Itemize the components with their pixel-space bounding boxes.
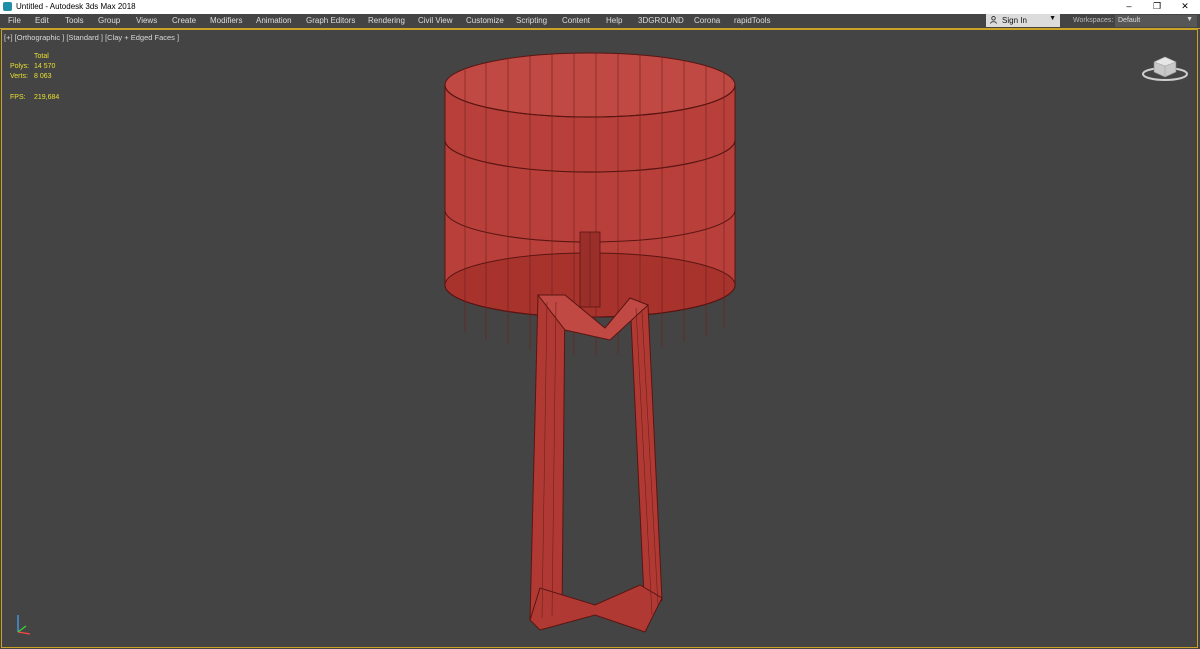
- sign-in-label: Sign In: [1002, 16, 1027, 25]
- stats-verts-label: Verts:: [10, 73, 28, 80]
- restore-button[interactable]: ❐: [1143, 0, 1171, 14]
- minimize-button[interactable]: –: [1115, 0, 1143, 14]
- menu-customize[interactable]: Customize: [466, 16, 504, 25]
- user-icon: [990, 16, 997, 24]
- menu-rapidtools[interactable]: rapidTools: [734, 16, 770, 25]
- lamp-model[interactable]: [430, 40, 750, 640]
- stats-total-label: Total: [34, 53, 49, 60]
- menu-graph-editors[interactable]: Graph Editors: [306, 16, 355, 25]
- menu-modifiers[interactable]: Modifiers: [210, 16, 242, 25]
- viewcube-icon[interactable]: [1140, 50, 1190, 82]
- stats-polys-label: Polys:: [10, 63, 30, 70]
- menu-edit[interactable]: Edit: [35, 16, 49, 25]
- workspaces-label: Workspaces:: [1073, 17, 1114, 24]
- menu-scripting[interactable]: Scripting: [516, 16, 547, 25]
- menu-content[interactable]: Content: [562, 16, 590, 25]
- chevron-down-icon: ▼: [1049, 15, 1056, 22]
- menu-create[interactable]: Create: [172, 16, 196, 25]
- menu-3dground[interactable]: 3DGROUND: [638, 16, 684, 25]
- menu-group[interactable]: Group: [98, 16, 120, 25]
- title-bar: Untitled - Autodesk 3ds Max 2018 – ❐ ✕: [0, 0, 1200, 14]
- lamp-shade: [444, 52, 736, 355]
- workspaces-select[interactable]: Default ▼: [1115, 15, 1197, 27]
- menu-rendering[interactable]: Rendering: [368, 16, 405, 25]
- lamp-stem: [579, 231, 601, 308]
- viewport-label-menu[interactable]: [+] [Orthographic ] [Standard ] [Clay + …: [4, 33, 179, 42]
- menu-tools[interactable]: Tools: [65, 16, 84, 25]
- menu-views[interactable]: Views: [136, 16, 157, 25]
- menu-file[interactable]: File: [8, 16, 21, 25]
- app-icon: [3, 2, 12, 11]
- window-title: Untitled - Autodesk 3ds Max 2018: [16, 2, 136, 11]
- stats-verts-value: 8 063: [34, 73, 52, 80]
- axis-tripod-icon: [17, 615, 31, 635]
- menu-help[interactable]: Help: [606, 16, 622, 25]
- chevron-down-icon: ▼: [1186, 16, 1193, 23]
- menu-civil-view[interactable]: Civil View: [418, 16, 453, 25]
- stats-fps-value: 219,684: [34, 94, 60, 101]
- sign-in-dropdown[interactable]: Sign In ▼: [986, 14, 1060, 27]
- stats-fps-label: FPS:: [10, 94, 26, 101]
- menu-animation[interactable]: Animation: [256, 16, 292, 25]
- stats-polys-value: 14 570: [34, 63, 56, 70]
- close-button[interactable]: ✕: [1171, 0, 1199, 14]
- workspaces-value: Default: [1118, 17, 1141, 24]
- menu-corona[interactable]: Corona: [694, 16, 720, 25]
